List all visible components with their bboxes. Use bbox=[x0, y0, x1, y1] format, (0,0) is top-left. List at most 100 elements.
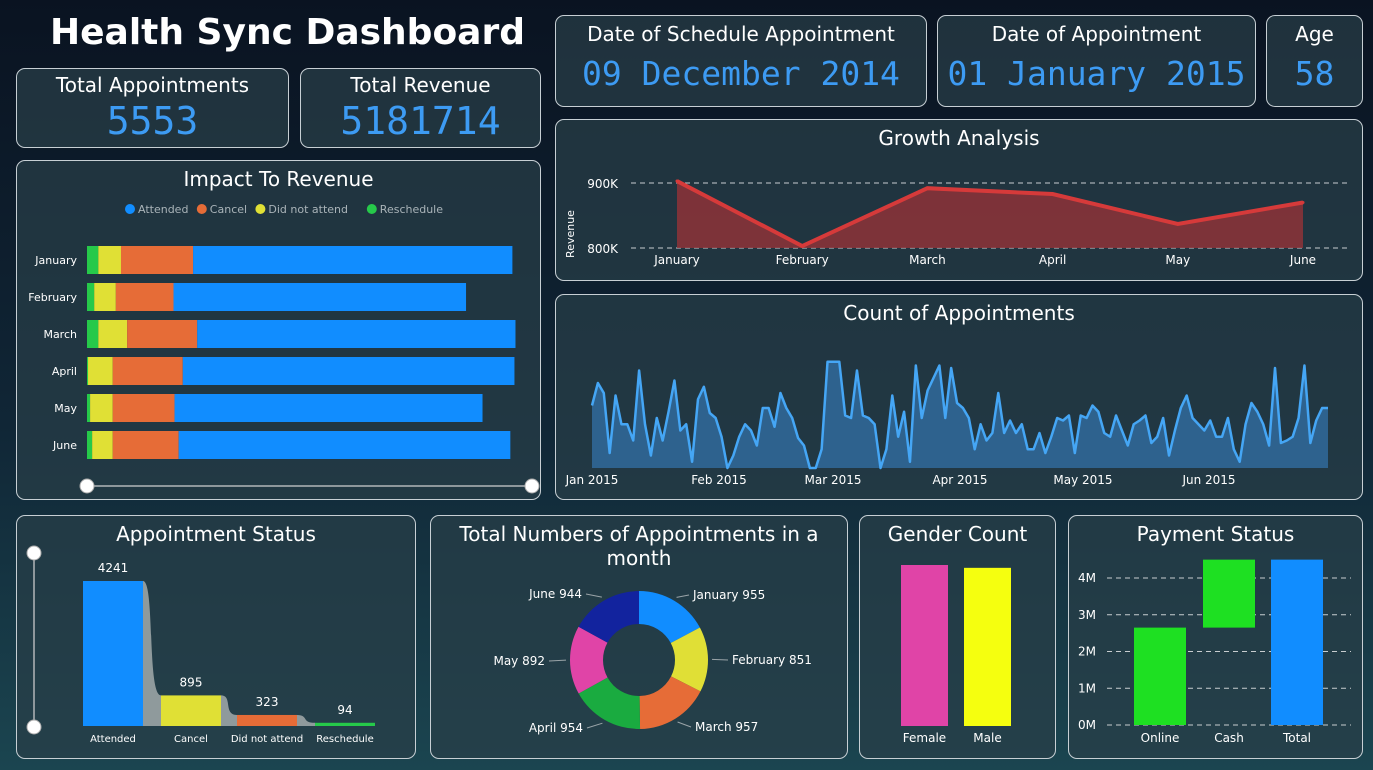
impact-bar-february-cancel bbox=[115, 283, 174, 311]
growth-xtick-march: March bbox=[909, 253, 946, 267]
growth-analysis-card: Growth Analysis 800K 900K Revenue January Fe… bbox=[555, 119, 1363, 281]
growth-xtick-june: June bbox=[1289, 253, 1316, 267]
impact-bar-march-did-not-attend bbox=[98, 320, 128, 348]
impact-bar-may-reschedule bbox=[87, 394, 91, 422]
legend-attended-marker bbox=[125, 204, 135, 214]
legend-cancel-marker bbox=[196, 204, 207, 214]
total-appointments-label: Total Appointments bbox=[55, 73, 250, 97]
gender-count-card: Gender Count Female Male bbox=[859, 515, 1056, 759]
payment-ytick-2m: 2M bbox=[1078, 645, 1096, 659]
donut-label-june: June 944 bbox=[528, 587, 582, 601]
age-label: Age bbox=[1295, 22, 1334, 46]
impact-bar-january-did-not-attend bbox=[98, 246, 121, 274]
range-slider-start-handle[interactable] bbox=[79, 478, 95, 494]
appointment-date-card: Date of Appointment 01 January 2015 bbox=[937, 15, 1256, 107]
impact-bar-april-attended bbox=[182, 357, 515, 385]
total-appointments-card: Total Appointments 5553 bbox=[16, 68, 289, 148]
growth-point-february bbox=[800, 244, 804, 248]
impact-category-march: March bbox=[43, 328, 77, 341]
payment-ytick-0m: 0M bbox=[1078, 718, 1096, 732]
growth-point-march bbox=[925, 186, 929, 190]
donut-leader-june bbox=[585, 593, 602, 598]
donut-leader-february bbox=[711, 658, 729, 661]
status-ribbon-1 bbox=[143, 581, 161, 726]
growth-ytick-800k: 800K bbox=[587, 242, 619, 256]
count-xtick-mar-2015: Mar 2015 bbox=[805, 473, 862, 487]
status-category-reschedule: Reschedule bbox=[316, 734, 373, 745]
gender-category-male: Male bbox=[973, 731, 1001, 745]
legend-did-not-attend-label: Did not attend bbox=[268, 203, 348, 216]
impact-bar-june-reschedule bbox=[87, 431, 93, 459]
payment-status-card: Payment Status 0M 1M 2M 3M 4M Online Cash Total bbox=[1068, 515, 1363, 759]
legend-reschedule-marker bbox=[366, 204, 377, 214]
gender-bar-female bbox=[901, 565, 948, 726]
range-slider-end-handle[interactable] bbox=[524, 478, 540, 494]
total-appointments-value: 5553 bbox=[106, 99, 199, 143]
growth-ytick-900k: 900K bbox=[587, 177, 619, 191]
vertical-slider-top-handle[interactable] bbox=[26, 545, 42, 561]
impact-revenue-card: Impact To Revenue Attended Cancel Did not … bbox=[16, 160, 541, 500]
total-revenue-label: Total Revenue bbox=[350, 73, 491, 97]
donut-leader-march bbox=[677, 721, 692, 728]
impact-bar-june-cancel bbox=[112, 431, 179, 459]
payment-category-total: Total bbox=[1282, 731, 1311, 745]
appointment-date-label: Date of Appointment bbox=[991, 22, 1202, 46]
impact-category-april: April bbox=[52, 365, 77, 378]
vertical-slider-bottom-handle[interactable] bbox=[26, 719, 42, 735]
growth-point-june bbox=[1301, 201, 1305, 204]
appointment-status-chart: 4241 Attended 895 Cancel 323 Did not attend 94… bbox=[26, 545, 375, 745]
impact-bar-april-did-not-attend bbox=[88, 357, 113, 385]
dashboard-title: Health Sync Dashboard bbox=[50, 12, 525, 53]
status-value-cancel: 895 bbox=[180, 675, 203, 689]
schedule-date-value: 09 December 2014 bbox=[582, 54, 900, 93]
count-xtick-jun-2015: Jun 2015 bbox=[1181, 473, 1235, 487]
legend-cancel-label: Cancel bbox=[210, 203, 247, 216]
legend-attended-label: Attended bbox=[138, 203, 188, 216]
status-bar-reschedule bbox=[315, 722, 375, 726]
donut-leader-january bbox=[676, 594, 690, 598]
count-appointments-card: Count of Appointments Jan 2015 Feb 2015 Ma… bbox=[555, 294, 1363, 500]
donut-label-may: May 892 bbox=[493, 654, 545, 668]
age-card: Age 58 bbox=[1266, 15, 1363, 107]
growth-point-april bbox=[1051, 192, 1055, 196]
status-category-cancel: Cancel bbox=[174, 734, 208, 745]
payment-category-online: Online bbox=[1141, 731, 1180, 745]
count-appointments-chart: Jan 2015 Feb 2015 Mar 2015 Apr 2015 May 2015… bbox=[565, 360, 1328, 487]
count-xtick-may-2015: May 2015 bbox=[1053, 473, 1112, 487]
gender-bar-male bbox=[964, 567, 1011, 726]
impact-bar-june-attended bbox=[178, 431, 511, 459]
total-revenue-card: Total Revenue 5181714 bbox=[300, 68, 541, 148]
legend-reschedule-label: Reschedule bbox=[380, 203, 443, 216]
status-ribbon-2 bbox=[221, 695, 237, 726]
appointment-date-value: 01 January 2015 bbox=[947, 54, 1246, 93]
impact-bar-march-cancel bbox=[127, 320, 198, 348]
age-value: 58 bbox=[1294, 54, 1335, 93]
growth-point-may bbox=[1176, 222, 1180, 226]
status-value-attended: 4241 bbox=[98, 561, 129, 575]
growth-xtick-may: May bbox=[1165, 253, 1190, 267]
impact-bar-january-attended bbox=[193, 246, 513, 274]
impact-category-january: January bbox=[34, 254, 77, 267]
schedule-date-label: Date of Schedule Appointment bbox=[587, 22, 895, 46]
monthly-appointments-donut: January 955 February 851 March 957 April 95… bbox=[493, 587, 811, 735]
impact-category-june: June bbox=[52, 439, 77, 452]
status-category-did-not-attend: Did not attend bbox=[231, 734, 303, 745]
status-ribbon-3 bbox=[297, 714, 315, 726]
donut-leader-april bbox=[586, 722, 603, 729]
payment-category-cash: Cash bbox=[1214, 731, 1244, 745]
impact-bar-march-reschedule bbox=[87, 320, 99, 348]
payment-status-chart: 0M 1M 2M 3M 4M Online Cash Total bbox=[1078, 559, 1351, 745]
donut-label-march: March 957 bbox=[695, 720, 758, 734]
payment-ytick-3m: 3M bbox=[1078, 608, 1096, 622]
impact-bar-february-reschedule bbox=[87, 283, 95, 311]
status-bar-did-not-attend bbox=[237, 714, 297, 726]
growth-xtick-february: February bbox=[776, 253, 829, 267]
donut-label-april: April 954 bbox=[529, 721, 583, 735]
status-value-reschedule: 94 bbox=[337, 703, 352, 717]
total-revenue-value: 5181714 bbox=[340, 99, 501, 143]
growth-analysis-chart: 800K 900K Revenue January February March April… bbox=[564, 177, 1351, 267]
count-area bbox=[592, 361, 1328, 468]
growth-ylabel: Revenue bbox=[564, 210, 577, 258]
impact-bar-april-cancel bbox=[112, 357, 183, 385]
appointment-status-card: Appointment Status 4241 Attended 895 Cancel… bbox=[16, 515, 416, 759]
